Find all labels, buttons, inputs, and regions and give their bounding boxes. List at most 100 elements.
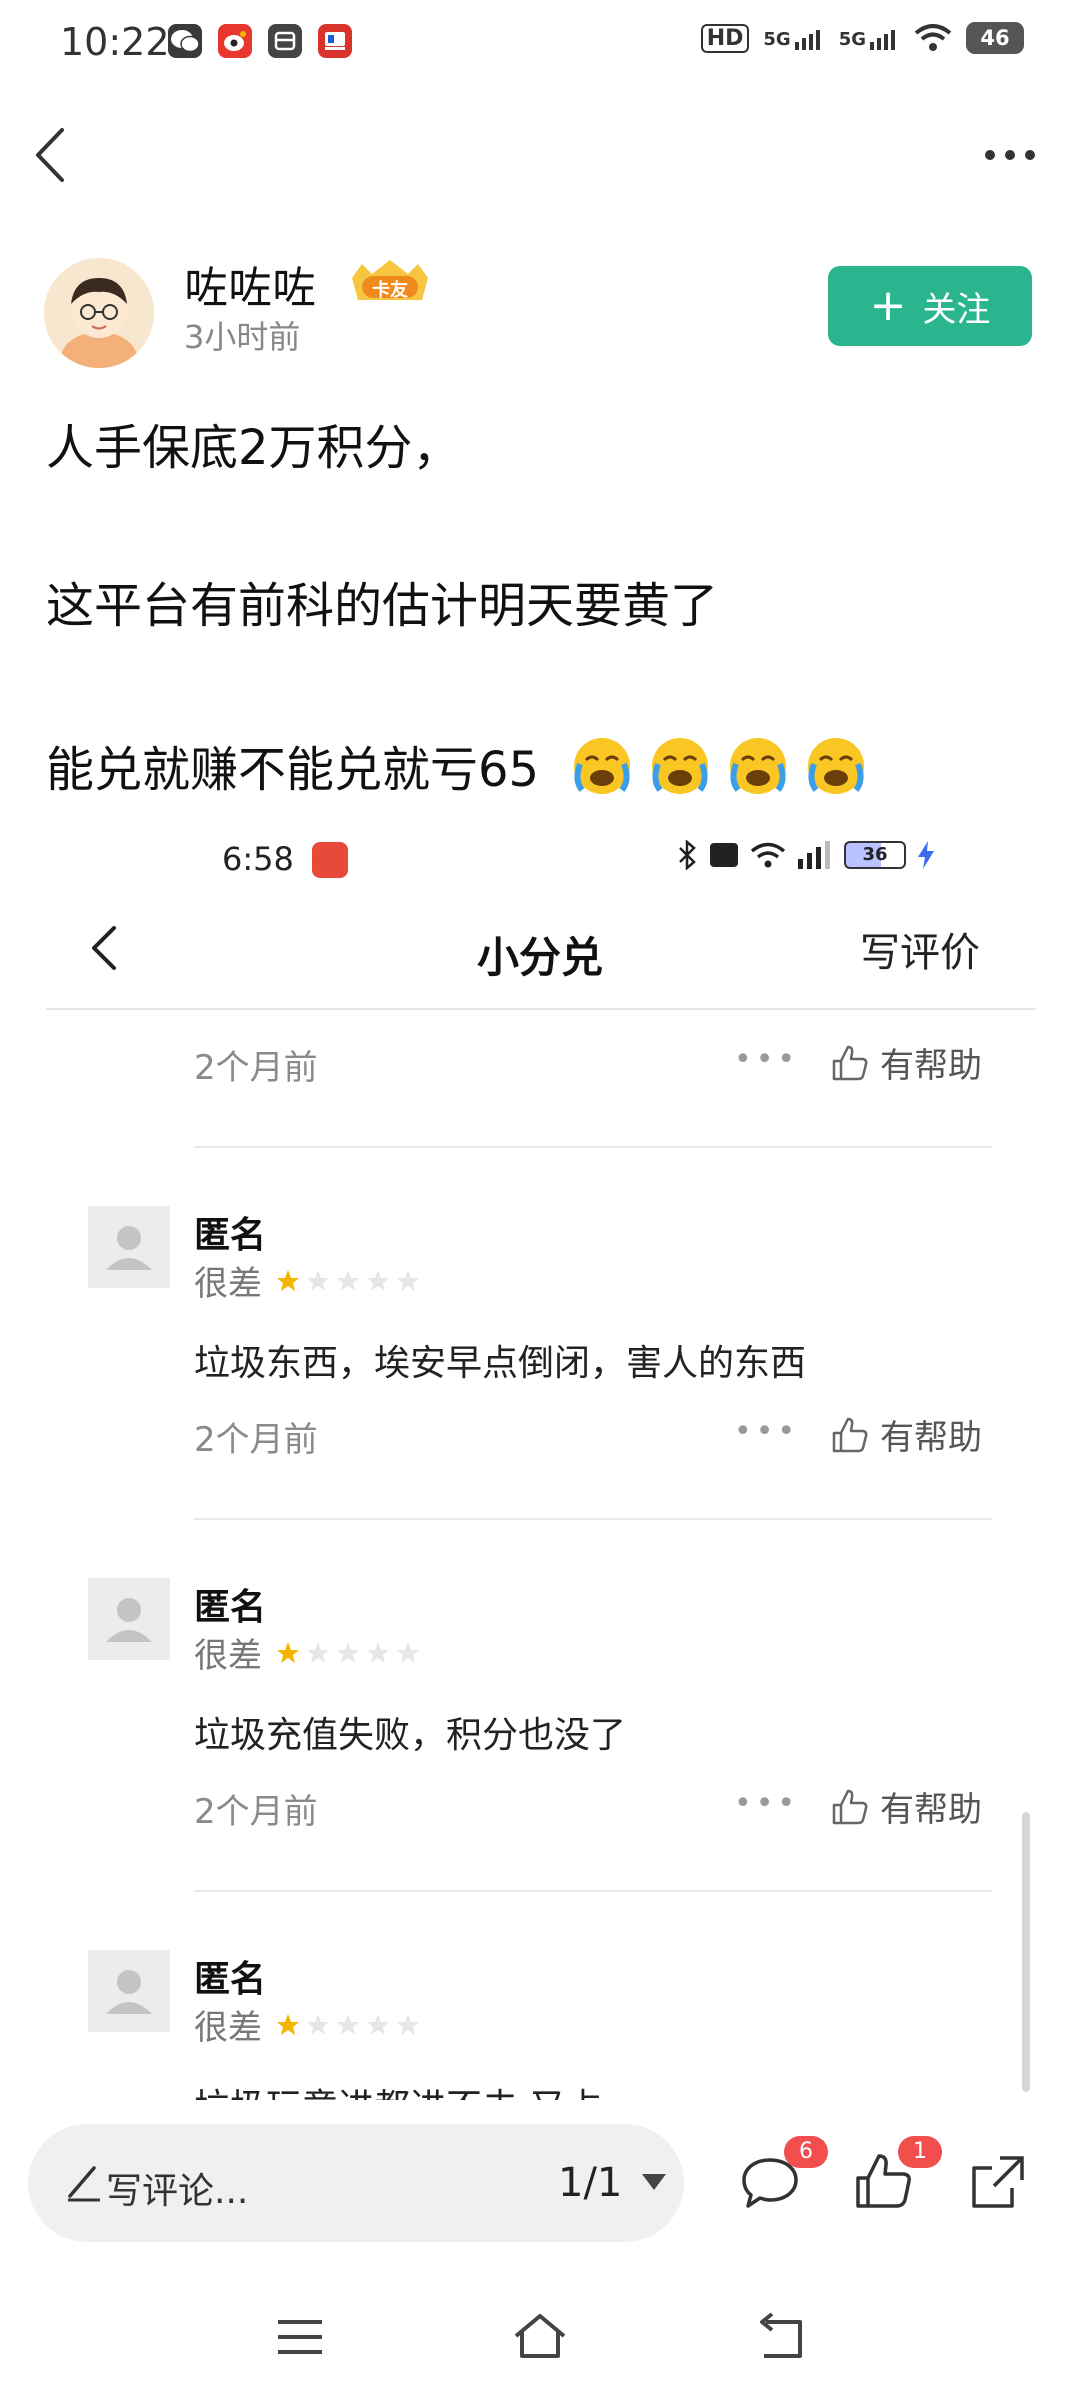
review-rating: 很差: [194, 1256, 420, 1305]
star-empty-icon: [337, 1269, 359, 1291]
hd-network-label: HD: [700, 23, 750, 53]
menu-icon[interactable]: [270, 2310, 330, 2364]
review-rating: 很差: [194, 2000, 420, 2049]
caret-down-icon[interactable]: [640, 2172, 668, 2192]
post-line-3: 能兑就赚不能兑就亏65: [46, 742, 540, 798]
status-time: 10:22: [60, 20, 170, 64]
wifi-icon: [914, 24, 952, 51]
thumbs-up-icon: [832, 1789, 868, 1824]
rating-label: 很差: [194, 2008, 262, 2048]
embedded-status-time: 6:58: [222, 840, 294, 878]
status-app-icons: [168, 24, 352, 58]
embedded-hd-label: [710, 843, 738, 867]
review-separator: [194, 1518, 992, 1520]
star-empty-icon: [367, 1269, 389, 1291]
crying-emoji-row: [570, 734, 868, 798]
system-nav-bar: [0, 2250, 1080, 2400]
star-empty-icon: [367, 2013, 389, 2035]
comment-count-badge: 6: [784, 2136, 828, 2168]
helpful-button[interactable]: 有帮助: [830, 1410, 982, 1459]
signal-2-icon: 5G: [839, 26, 900, 50]
comment-placeholder: 写评论...: [106, 2171, 249, 2212]
review-text: 垃圾东西，埃安早点倒闭，害人的东西: [194, 1343, 807, 1384]
post-time: 3小时前: [184, 318, 301, 356]
wechat-icon: [168, 24, 202, 58]
status-bar: 10:22 HD 5G 5G 46: [0, 0, 1080, 84]
like-count-badge: 1: [898, 2136, 942, 2168]
embedded-status-indicators: 36: [676, 840, 934, 870]
post-line-1: 人手保底2万积分，: [46, 420, 461, 476]
share-icon[interactable]: [966, 2150, 1030, 2214]
reviewer-avatar: [88, 1950, 170, 2032]
badge-label: 卡友: [372, 280, 408, 301]
rating-label: 很差: [194, 1264, 262, 1304]
review-date: 2个月前: [194, 1420, 318, 1460]
author-name[interactable]: 咗咗咗: [184, 252, 316, 316]
home-icon[interactable]: [510, 2310, 570, 2364]
bottom-action-bar: 写评论... 1/1 6 1: [0, 2100, 1080, 2250]
review-more-icon[interactable]: •••: [734, 1786, 799, 1821]
star-empty-icon: [337, 1641, 359, 1663]
star-filled-icon: [277, 1641, 299, 1663]
star-empty-icon: [307, 2013, 329, 2035]
reviewer-name: 匿名: [194, 1215, 267, 1256]
bluetooth-icon: [679, 840, 696, 870]
reviewer-avatar: [88, 1578, 170, 1660]
news-app-icon: [318, 24, 352, 58]
crying-emoji-icon: [574, 738, 630, 794]
thumbs-up-icon: [832, 1045, 868, 1080]
embedded-signal-icon: [798, 841, 830, 869]
more-options-icon[interactable]: [980, 140, 1040, 170]
review-date: 2个月前: [194, 1792, 318, 1832]
star-empty-icon: [307, 1641, 329, 1663]
star-empty-icon: [397, 2013, 419, 2035]
back-nav-icon[interactable]: [750, 2310, 810, 2364]
write-review-button[interactable]: 写评价: [860, 920, 980, 978]
star-empty-icon: [397, 1269, 419, 1291]
review-text: 垃圾玩意进都进不去 又占: [194, 2078, 601, 2100]
embedded-screenshot[interactable]: 6:58 36 小分兑 写评价 2个月前 ••• 有帮助 匿名 很差 垃圾东西，…: [0, 820, 1080, 2100]
helpful-button[interactable]: 有帮助: [830, 1782, 982, 1831]
signal-1-icon: 5G: [763, 26, 824, 50]
helpful-label: 有帮助: [880, 1418, 982, 1458]
battery-indicator: 46: [966, 22, 1024, 54]
review-rating: 很差: [194, 1628, 420, 1677]
thumbs-up-icon: [832, 1417, 868, 1452]
review-separator: [194, 1146, 992, 1148]
post-line-2: 这平台有前科的估计明天要黄了: [46, 578, 719, 634]
star-filled-icon: [277, 1269, 299, 1291]
review-more-icon[interactable]: •••: [734, 1042, 799, 1077]
embedded-wifi-icon: [750, 842, 786, 868]
star-rating: [276, 2013, 420, 2037]
comment-input[interactable]: 写评论... 1/1: [28, 2124, 684, 2242]
review-date: 2个月前: [194, 1048, 318, 1088]
crying-emoji-icon: [652, 738, 708, 794]
crying-emoji-icon: [808, 738, 864, 794]
star-empty-icon: [367, 1641, 389, 1663]
review-text: 垃圾充值失败，积分也没了: [194, 1715, 627, 1756]
follow-label: 关注: [922, 289, 991, 330]
calendar-app-icon: [268, 24, 302, 58]
review-more-icon[interactable]: •••: [734, 1414, 799, 1449]
follow-button[interactable]: + 关注: [828, 266, 1032, 346]
author-avatar[interactable]: [44, 258, 154, 368]
review-separator: [194, 1890, 992, 1892]
charging-icon: [918, 841, 934, 869]
status-indicators: HD 5G 5G 46: [700, 22, 1024, 54]
embedded-scrollbar[interactable]: [1022, 1812, 1030, 2092]
star-empty-icon: [337, 2013, 359, 2035]
star-empty-icon: [397, 1641, 419, 1663]
rating-label: 很差: [194, 1636, 262, 1676]
star-rating: [276, 1641, 420, 1665]
page-indicator[interactable]: 1/1: [558, 2160, 622, 2206]
embedded-battery: 36: [844, 841, 906, 869]
card-friend-badge: 卡友: [348, 258, 432, 304]
back-arrow-icon[interactable]: [28, 120, 84, 190]
helpful-label: 有帮助: [880, 1046, 982, 1086]
pen-icon: [68, 2166, 100, 2202]
helpful-button[interactable]: 有帮助: [830, 1038, 982, 1087]
reviewer-name: 匿名: [194, 1959, 267, 2000]
reviewer-avatar: [88, 1206, 170, 1288]
star-rating: [276, 1269, 420, 1293]
embedded-app-icon: [312, 842, 348, 878]
